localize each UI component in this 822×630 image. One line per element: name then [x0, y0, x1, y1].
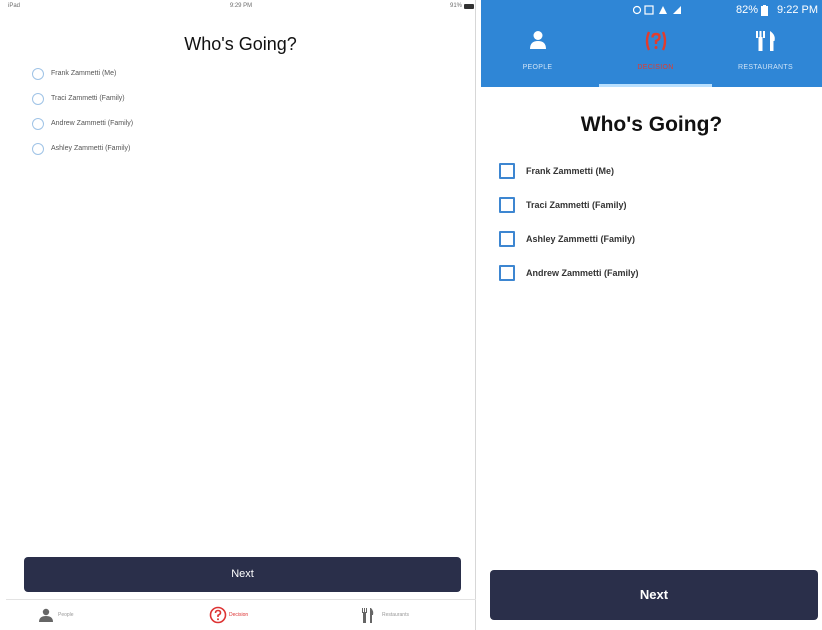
checkbox[interactable]	[499, 265, 515, 281]
radio-button[interactable]	[32, 143, 44, 155]
tab-label: Restaurants	[382, 612, 409, 618]
tab-people[interactable]: PEOPLE	[481, 20, 594, 87]
android-status-bar: 82% 9:22 PM	[481, 0, 822, 20]
tab-label: People	[58, 612, 74, 618]
tab-decision[interactable]: DECISION	[599, 20, 712, 87]
tab-label: Decision	[229, 612, 249, 618]
battery-icon	[761, 5, 768, 16]
radio-button[interactable]	[32, 93, 44, 105]
tab-people[interactable]: People	[38, 608, 74, 624]
checkbox[interactable]	[499, 231, 515, 247]
question-icon	[209, 606, 227, 624]
next-button[interactable]: Next	[490, 570, 818, 620]
checkbox[interactable]	[499, 163, 515, 179]
ios-battery-level: 91%	[449, 3, 462, 9]
ios-tab-bar: People Decision Restaurants	[6, 599, 476, 630]
tab-label: PEOPLE	[522, 64, 553, 71]
person-icon	[39, 608, 53, 622]
ios-screen: iPad 9:29 PM 91% Who's Going? Frank Zamm…	[6, 0, 476, 630]
screenshot-comparison: iPad 9:29 PM 91% Who's Going? Frank Zamm…	[0, 0, 822, 630]
page-title: Who's Going?	[184, 34, 297, 54]
person-label: Frank Zammetti (Me)	[51, 70, 117, 77]
question-icon	[645, 31, 666, 51]
android-time: 9:22 PM	[777, 4, 818, 16]
active-tab-indicator	[599, 84, 712, 87]
person-icon	[529, 31, 546, 49]
next-button[interactable]: Next	[24, 557, 461, 592]
status-icons	[633, 5, 681, 15]
person-label: Traci Zammetti (Family)	[51, 95, 125, 102]
ios-time: 9:29 PM	[229, 3, 253, 9]
tab-restaurants[interactable]: Restaurants	[360, 608, 409, 624]
person-label: Traci Zammetti (Family)	[526, 200, 627, 210]
ios-status-bar: iPad 9:29 PM 91%	[6, 0, 476, 14]
utensils-icon	[362, 608, 374, 623]
person-label: Ashley Zammetti (Family)	[51, 145, 131, 152]
android-tab-bar: PEOPLE DECISION RESTAURANTS	[481, 20, 822, 87]
tab-restaurants[interactable]: RESTAURANTS	[709, 20, 822, 87]
person-label: Ashley Zammetti (Family)	[526, 234, 636, 244]
page-title: Who's Going?	[580, 113, 723, 136]
checkbox[interactable]	[499, 197, 515, 213]
tab-label: DECISION	[637, 64, 674, 71]
battery-icon	[464, 4, 474, 9]
radio-button[interactable]	[32, 118, 44, 130]
tab-label: RESTAURANTS	[738, 64, 793, 71]
android-screen: 82% 9:22 PM PEOPLE DECISION RESTAURANTS …	[481, 0, 822, 630]
person-label: Andrew Zammetti (Family)	[51, 120, 134, 127]
radio-button[interactable]	[32, 68, 44, 80]
android-battery-level: 82%	[735, 4, 758, 16]
person-label: Frank Zammetti (Me)	[526, 166, 615, 176]
person-label: Andrew Zammetti (Family)	[526, 268, 639, 278]
utensils-icon	[755, 31, 775, 51]
